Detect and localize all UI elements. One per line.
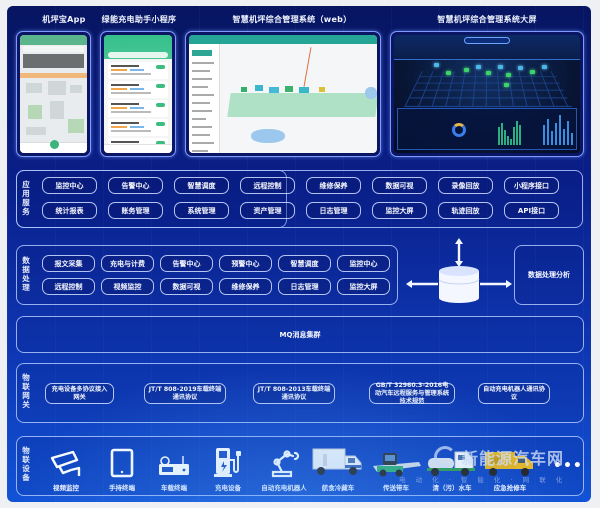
app-service-button[interactable]: 轨迹回放 <box>438 202 493 219</box>
iot-device-label: 自动充电机器人 <box>261 484 307 492</box>
app-service-button[interactable]: 账务管理 <box>108 202 163 219</box>
architecture-diagram: 机坪宝App 绿能充电助手小程序 智慧机坪综合管理系统（web） 智慧机坪综合管… <box>7 6 591 502</box>
data-processing-button[interactable]: 监控大屏 <box>337 278 390 295</box>
app-service-button[interactable]: 数据可视 <box>372 177 427 194</box>
data-processing-button[interactable]: 报文采集 <box>42 255 95 272</box>
screen-title-app: 机坪宝App <box>42 15 86 24</box>
app-service-panel-right <box>16 170 583 228</box>
app-service-button[interactable]: 远程控制 <box>240 177 295 194</box>
cctv-camera-icon <box>39 446 93 478</box>
screen-title-dashboard: 智慧机坪综合管理系统大屏 <box>437 15 537 24</box>
app-service-button[interactable]: 维修保养 <box>306 177 361 194</box>
iot-device-item[interactable]: 航食冷藏车 <box>311 446 365 492</box>
charging-station-icon <box>201 446 255 478</box>
refrigerated-truck-icon <box>311 446 365 478</box>
data-processing-button[interactable]: 告警中心 <box>160 255 213 272</box>
conveyor-belt-vehicle-icon <box>369 446 423 478</box>
iot-device-label: 车载终端 <box>161 484 187 492</box>
app-service-button[interactable]: 监控中心 <box>42 177 97 194</box>
app-service-button[interactable]: 告警中心 <box>108 177 163 194</box>
mq-cluster-label: MQ消息集群 <box>279 331 321 339</box>
app-service-button[interactable]: 系统管理 <box>174 202 229 219</box>
tablet-icon <box>95 446 149 478</box>
app-service-button[interactable]: 录像回放 <box>438 177 493 194</box>
iot-gateway-label: 物联网关 <box>22 373 30 409</box>
iot-device-label: 应急抢修车 <box>493 484 527 492</box>
iot-device-item[interactable]: 充电设备 <box>201 446 255 492</box>
data-processing-button[interactable]: 数据可视 <box>160 278 213 295</box>
iot-device-item[interactable]: 传送带车 <box>369 446 423 492</box>
protocol-box[interactable]: JT/T 808-2019车载终端通讯协议 <box>144 383 226 404</box>
data-processing-panel <box>16 245 398 305</box>
app-service-button[interactable]: 智慧调度 <box>174 177 229 194</box>
protocol-box[interactable]: 自动充电机器人通讯协议 <box>478 383 550 404</box>
iot-devices-label: 物联设备 <box>22 446 30 482</box>
app-screenshot <box>16 31 91 157</box>
iot-device-label: 清（污）水车 <box>432 484 472 492</box>
iot-device-item[interactable]: 车载终端 <box>147 446 201 492</box>
protocol-box[interactable]: JT/T 808-2013车载终端通讯协议 <box>253 383 335 404</box>
app-service-button[interactable]: 小程序接口 <box>504 177 559 194</box>
data-processing-button[interactable]: 充电与计费 <box>101 255 154 272</box>
iot-device-label: 传送带车 <box>383 484 409 492</box>
data-processing-button[interactable]: 远程控制 <box>42 278 95 295</box>
iot-device-label: 视频监控 <box>53 484 79 492</box>
data-processing-button[interactable]: 智慧调度 <box>278 255 331 272</box>
data-processing-button[interactable]: 维修保养 <box>219 278 272 295</box>
dashboard-screenshot <box>390 31 584 157</box>
data-processing-button[interactable]: 日志管理 <box>278 278 331 295</box>
iot-device-item[interactable]: 清（污）水车 <box>425 446 479 492</box>
app-service-button[interactable]: API接口 <box>504 202 559 219</box>
iot-device-label: 手持终端 <box>109 484 135 492</box>
app-service-button[interactable]: 日志管理 <box>306 202 361 219</box>
iot-device-label: 航食冷藏车 <box>321 484 355 492</box>
app-service-button[interactable]: 资产管理 <box>240 202 295 219</box>
vehicle-terminal-icon <box>147 446 201 478</box>
web-screenshot <box>185 31 381 157</box>
iot-device-item[interactable]: 手持终端 <box>95 446 149 492</box>
more-devices-indicator: ••• <box>553 458 583 474</box>
data-processing-button[interactable]: 监控中心 <box>337 255 390 272</box>
screen-title-web: 智慧机坪综合管理系统（web） <box>232 15 352 24</box>
app-service-label: 应用服务 <box>22 180 30 216</box>
protocol-box[interactable]: 充电设备多协议接入网关 <box>45 383 114 404</box>
protocol-box[interactable]: GB/T 32960.3-2016电动汽车远程服务与管理系统技术规范 <box>369 382 455 405</box>
iot-device-item[interactable]: 视频监控 <box>39 446 93 492</box>
app-service-button[interactable]: 监控大屏 <box>372 202 427 219</box>
data-processing-button[interactable]: 预警中心 <box>219 255 272 272</box>
emergency-repair-truck-icon <box>483 446 537 478</box>
miniprogram-screenshot <box>100 31 176 157</box>
database-icon <box>406 238 512 303</box>
iot-device-item[interactable]: 自动充电机器人 <box>257 446 311 492</box>
data-processing-button[interactable]: 视频监控 <box>101 278 154 295</box>
screen-title-miniprogram: 绿能充电助手小程序 <box>101 15 177 24</box>
data-processing-label: 数据处理 <box>22 256 30 292</box>
water-truck-icon <box>425 446 479 478</box>
iot-device-label: 充电设备 <box>215 484 241 492</box>
robot-arm-icon <box>257 446 311 478</box>
app-service-button[interactable]: 统计报表 <box>42 202 97 219</box>
data-analysis-label: 数据处理分析 <box>528 271 570 279</box>
iot-device-item[interactable]: 应急抢修车 <box>483 446 537 492</box>
